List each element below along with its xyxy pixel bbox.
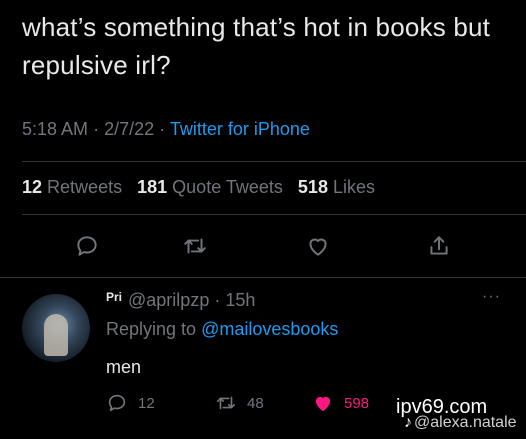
avatar[interactable] <box>22 294 90 362</box>
retweets-count: 12 <box>22 177 43 197</box>
retweet-count: 48 <box>247 394 264 412</box>
heart-icon <box>309 238 327 256</box>
reply-count: 12 <box>138 394 155 412</box>
tweet-meta: 5:18 AM · 2/7/22 · Twitter for iPhone <box>22 119 310 140</box>
likes-count: 518 <box>297 177 328 197</box>
avatar-figure <box>44 314 68 356</box>
reply-header: Pri @aprilpzp · 15h <box>106 290 255 311</box>
reply-button[interactable] <box>72 231 102 261</box>
more-options-icon[interactable]: ··· <box>482 288 501 306</box>
divider <box>22 214 526 215</box>
reply-like-button[interactable]: 598 <box>312 390 369 416</box>
retweet-icon <box>184 238 206 254</box>
reply-handle[interactable]: @aprilpzp <box>128 290 209 310</box>
reply-retweet-button[interactable]: 48 <box>215 390 264 416</box>
heart-icon <box>315 396 331 411</box>
meta-separator: · <box>214 290 221 310</box>
like-button[interactable] <box>303 231 333 261</box>
tweet-stats: 12 Retweets 181 Quote Tweets 518 Likes <box>22 177 385 198</box>
divider <box>22 161 526 162</box>
likes-label: Likes <box>332 177 376 197</box>
quote-tweets-count: 181 <box>137 177 168 197</box>
meta-separator: · <box>93 119 100 139</box>
retweets-stat[interactable]: 12 Retweets <box>22 177 122 197</box>
retweets-label: Retweets <box>47 177 123 197</box>
tweet-date[interactable]: 2/7/22 <box>104 119 154 139</box>
quote-tweets-stat[interactable]: 181 Quote Tweets <box>137 177 283 197</box>
tiktok-logo-icon: ♪ <box>404 414 412 431</box>
share-button[interactable] <box>424 231 454 261</box>
replying-prefix: Replying to <box>106 319 197 339</box>
reply-reply-button[interactable]: 12 <box>106 390 155 416</box>
tiktok-watermark: ♪ @alexa.natale <box>404 414 517 432</box>
share-icon <box>430 236 448 255</box>
tiktok-handle: @alexa.natale <box>414 414 517 431</box>
reply-icon <box>108 394 126 412</box>
likes-stat[interactable]: 518 Likes <box>298 177 375 197</box>
tweet-time[interactable]: 5:18 AM <box>22 119 88 139</box>
meta-separator: · <box>159 119 166 139</box>
tweet-text: what’s something that’s hot in books but… <box>22 12 491 80</box>
like-count: 598 <box>344 394 370 412</box>
reply-display-name[interactable]: Pri <box>106 290 122 304</box>
divider <box>0 277 526 278</box>
retweet-button[interactable] <box>180 231 210 261</box>
reply-text: men <box>106 357 142 377</box>
retweet-icon <box>216 396 236 410</box>
replying-mention[interactable]: @mailovesbooks <box>201 319 338 339</box>
replying-to: Replying to @mailovesbooks <box>106 319 338 340</box>
tweet-source[interactable]: Twitter for iPhone <box>170 119 310 139</box>
quote-tweets-label: Quote Tweets <box>172 177 283 197</box>
reply-time[interactable]: 15h <box>225 290 255 310</box>
reply-icon <box>77 236 97 256</box>
